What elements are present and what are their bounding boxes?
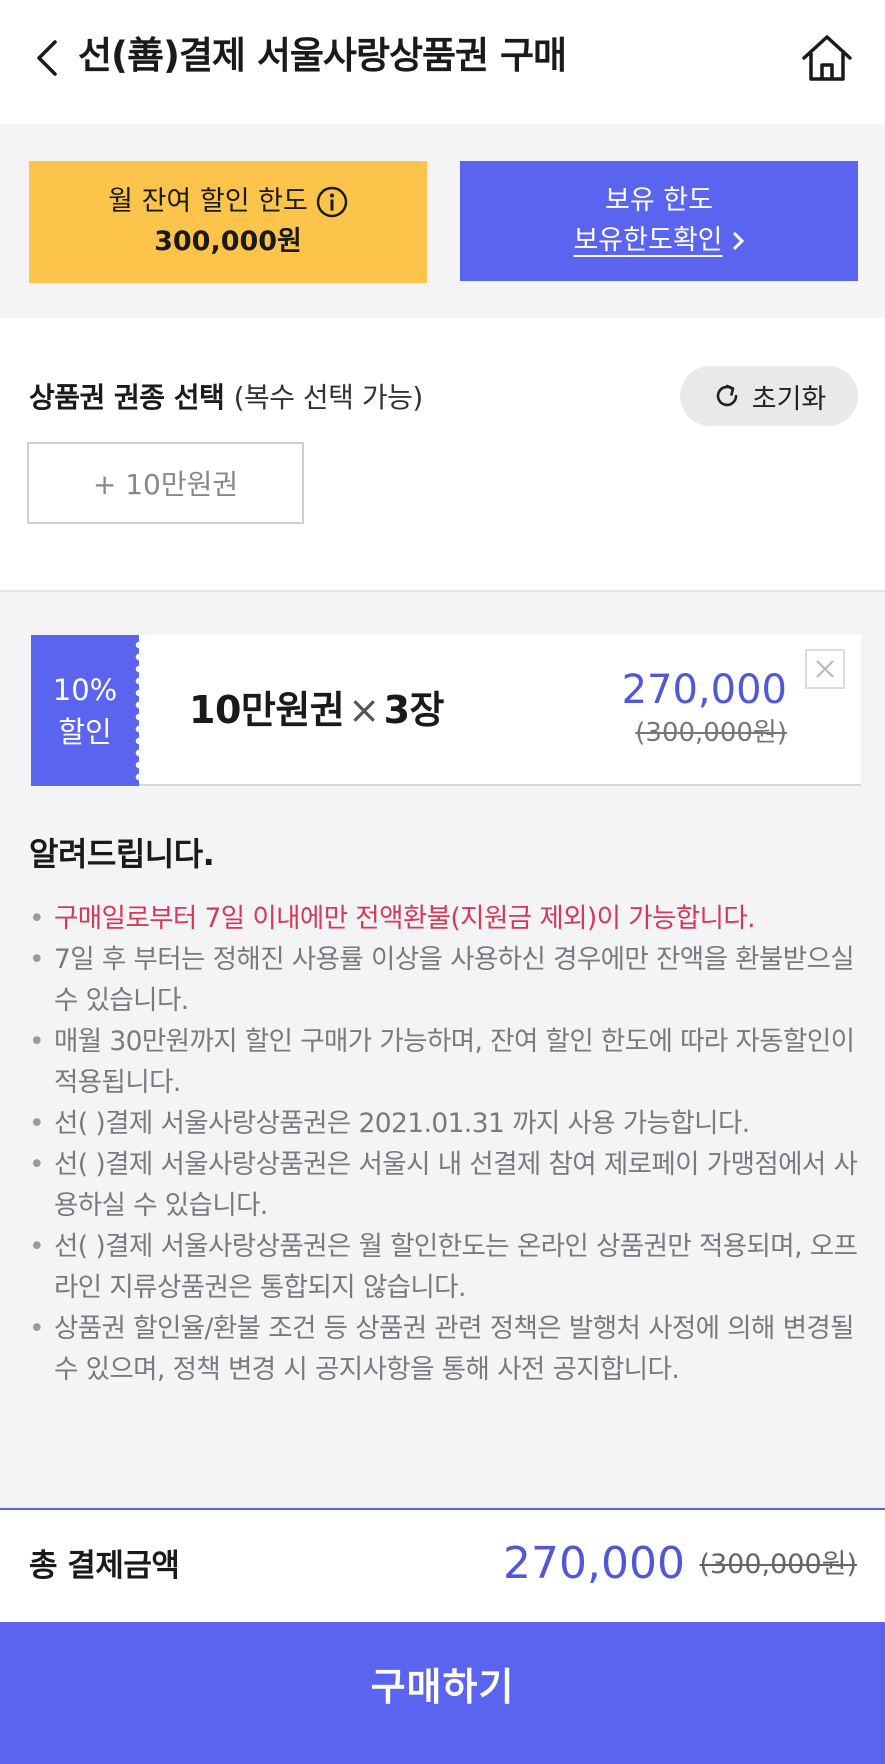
notice-section: 알려드립니다. 구매일로부터 7일 이내에만 전액환불(지원금 제외)이 가능합… — [29, 830, 859, 1390]
add-voucher-100k-button[interactable]: + 10만원권 — [27, 442, 304, 524]
discount-tag: 10% 할인 — [31, 635, 139, 786]
selected-item-price: 270,000 — [621, 667, 787, 713]
purchase-button[interactable]: 구매하기 — [0, 1622, 885, 1764]
notice-item: 선( )결제 서울사랑상품권은 2021.01.31 까지 사용 가능합니다. — [29, 1103, 859, 1144]
voucher-select-section: 상품권 권종 선택 (복수 선택 가능) 초기화 + 10만원권 — [0, 318, 885, 592]
close-icon — [816, 660, 834, 678]
discount-rate: 10% — [52, 672, 118, 707]
monthly-discount-limit: 월 잔여 할인 한도 300,000원 — [29, 161, 427, 283]
holding-limit-link-text: 보유한도확인 — [573, 225, 723, 256]
home-button[interactable] — [801, 32, 853, 84]
back-button[interactable] — [26, 34, 66, 82]
reset-button[interactable]: 초기화 — [680, 366, 858, 426]
total-amount: 270,000 — [503, 1538, 685, 1589]
limits-section: 월 잔여 할인 한도 300,000원 보유 한도 보유한도확인 — [0, 124, 885, 318]
item-quantity: 3장 — [383, 688, 445, 732]
notice-item: 매월 30만원까지 할인 구매가 가능하며, 잔여 할인 한도에 따라 자동할인… — [29, 1021, 859, 1103]
notice-item: 선( )결제 서울사랑상품권은 월 할인한도는 온라인 상품권만 적용되며, 오… — [29, 1226, 859, 1308]
selected-voucher-card: 10% 할인 10만원권 × 3장 270,000 (300,000원) — [31, 635, 861, 786]
chevron-right-icon — [732, 231, 744, 251]
voucher-select-title-text: 상품권 권종 선택 — [29, 381, 225, 414]
item-name-text: 10만원권 — [189, 688, 345, 732]
holding-limit-check-link[interactable]: 보유한도확인 — [573, 221, 744, 261]
refresh-icon — [716, 384, 738, 407]
notice-item: 구매일로부터 7일 이내에만 전액환불(지원금 제외)이 가능합니다. — [29, 898, 859, 939]
total-label: 총 결제금액 — [29, 1548, 180, 1584]
app-header: 선(善)결제 서울사랑상품권 구매 — [0, 0, 885, 124]
voucher-select-subtitle: (복수 선택 가능) — [233, 381, 424, 414]
chevron-left-icon — [37, 40, 57, 76]
home-icon — [802, 35, 852, 81]
page-title: 선(善)결제 서울사랑상품권 구매 — [78, 34, 567, 77]
notice-title: 알려드립니다. — [29, 835, 215, 873]
reset-label: 초기화 — [751, 383, 827, 415]
holding-limit: 보유 한도 보유한도확인 — [460, 161, 858, 281]
monthly-limit-amount: 300,000원 — [154, 226, 302, 257]
info-icon[interactable] — [316, 186, 348, 218]
holding-limit-label: 보유 한도 — [605, 185, 713, 216]
notice-list: 구매일로부터 7일 이내에만 전액환불(지원금 제외)이 가능합니다. 7일 후… — [29, 898, 859, 1390]
ticket-perforation — [135, 639, 143, 782]
selected-item-original-price: (300,000원) — [635, 718, 787, 748]
total-payment-bar: 총 결제금액 270,000 (300,000원) — [0, 1508, 885, 1622]
notice-item: 7일 후 부터는 정해진 사용률 이상을 사용하신 경우에만 잔액을 환불받으실… — [29, 939, 859, 1021]
discount-label: 할인 — [58, 714, 112, 749]
selected-item-name: 10만원권 × 3장 — [189, 683, 445, 737]
remove-item-button[interactable] — [805, 649, 845, 689]
times-sign: × — [348, 688, 380, 732]
notice-item: 상품권 할인율/환불 조건 등 상품권 관련 정책은 발행처 사정에 의해 변경… — [29, 1308, 859, 1390]
total-original-amount: (300,000원) — [699, 1549, 857, 1580]
monthly-limit-label: 월 잔여 할인 한도 — [108, 186, 308, 217]
voucher-select-title: 상품권 권종 선택 (복수 선택 가능) — [29, 378, 423, 418]
notice-item: 선( )결제 서울사랑상품권은 서울시 내 선결제 참여 제로페이 가맹점에서 … — [29, 1144, 859, 1226]
